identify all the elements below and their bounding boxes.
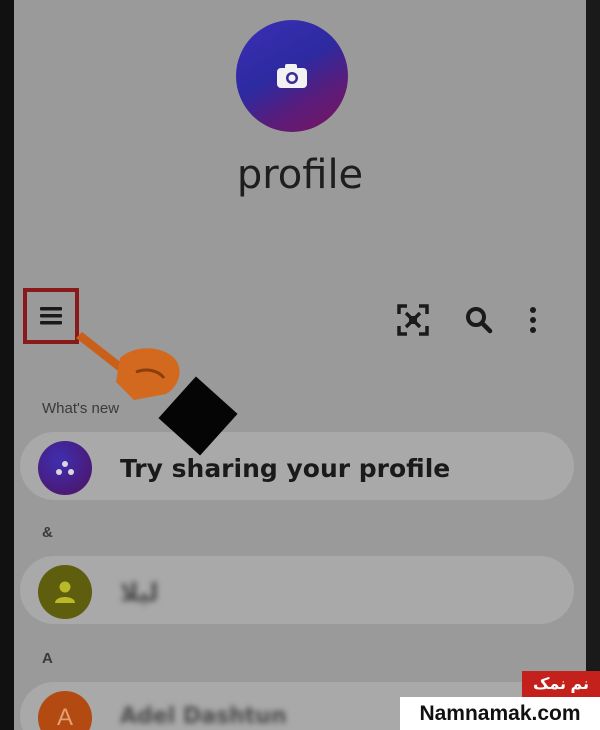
search-button[interactable] xyxy=(459,300,499,340)
share-profile-card[interactable]: Try sharing your profile xyxy=(20,432,574,500)
watermark-persian: نم نمک xyxy=(522,671,600,697)
device-bezel-right xyxy=(586,0,600,730)
profile-name[interactable]: profile xyxy=(14,152,586,198)
contacts-screen: profile What's new Try sharing your prof… xyxy=(14,0,586,730)
share-avatar xyxy=(38,441,92,495)
menu-button[interactable] xyxy=(23,288,79,344)
share-profile-text: Try sharing your profile xyxy=(120,454,451,483)
scan-button[interactable] xyxy=(393,300,433,340)
contact-avatar: A xyxy=(38,691,92,730)
profile-avatar[interactable] xyxy=(236,20,348,132)
person-icon xyxy=(55,581,75,603)
search-icon xyxy=(466,307,493,334)
more-options-button[interactable] xyxy=(513,300,553,340)
hamburger-menu-icon xyxy=(40,307,62,325)
device-bezel-left xyxy=(0,0,14,730)
section-header-a: A xyxy=(42,650,53,667)
camera-icon xyxy=(277,64,307,88)
watermark-site: Namnamak.com xyxy=(400,697,600,730)
contact-item[interactable]: لیلا xyxy=(20,556,574,624)
qr-scan-icon xyxy=(397,304,429,336)
contact-name: لیلا xyxy=(120,578,159,607)
contact-avatar xyxy=(38,565,92,619)
more-vertical-icon xyxy=(530,307,536,333)
section-header-ampersand: & xyxy=(42,524,53,541)
contact-name: Adel Dashtun xyxy=(120,704,287,729)
share-icon xyxy=(56,461,74,475)
